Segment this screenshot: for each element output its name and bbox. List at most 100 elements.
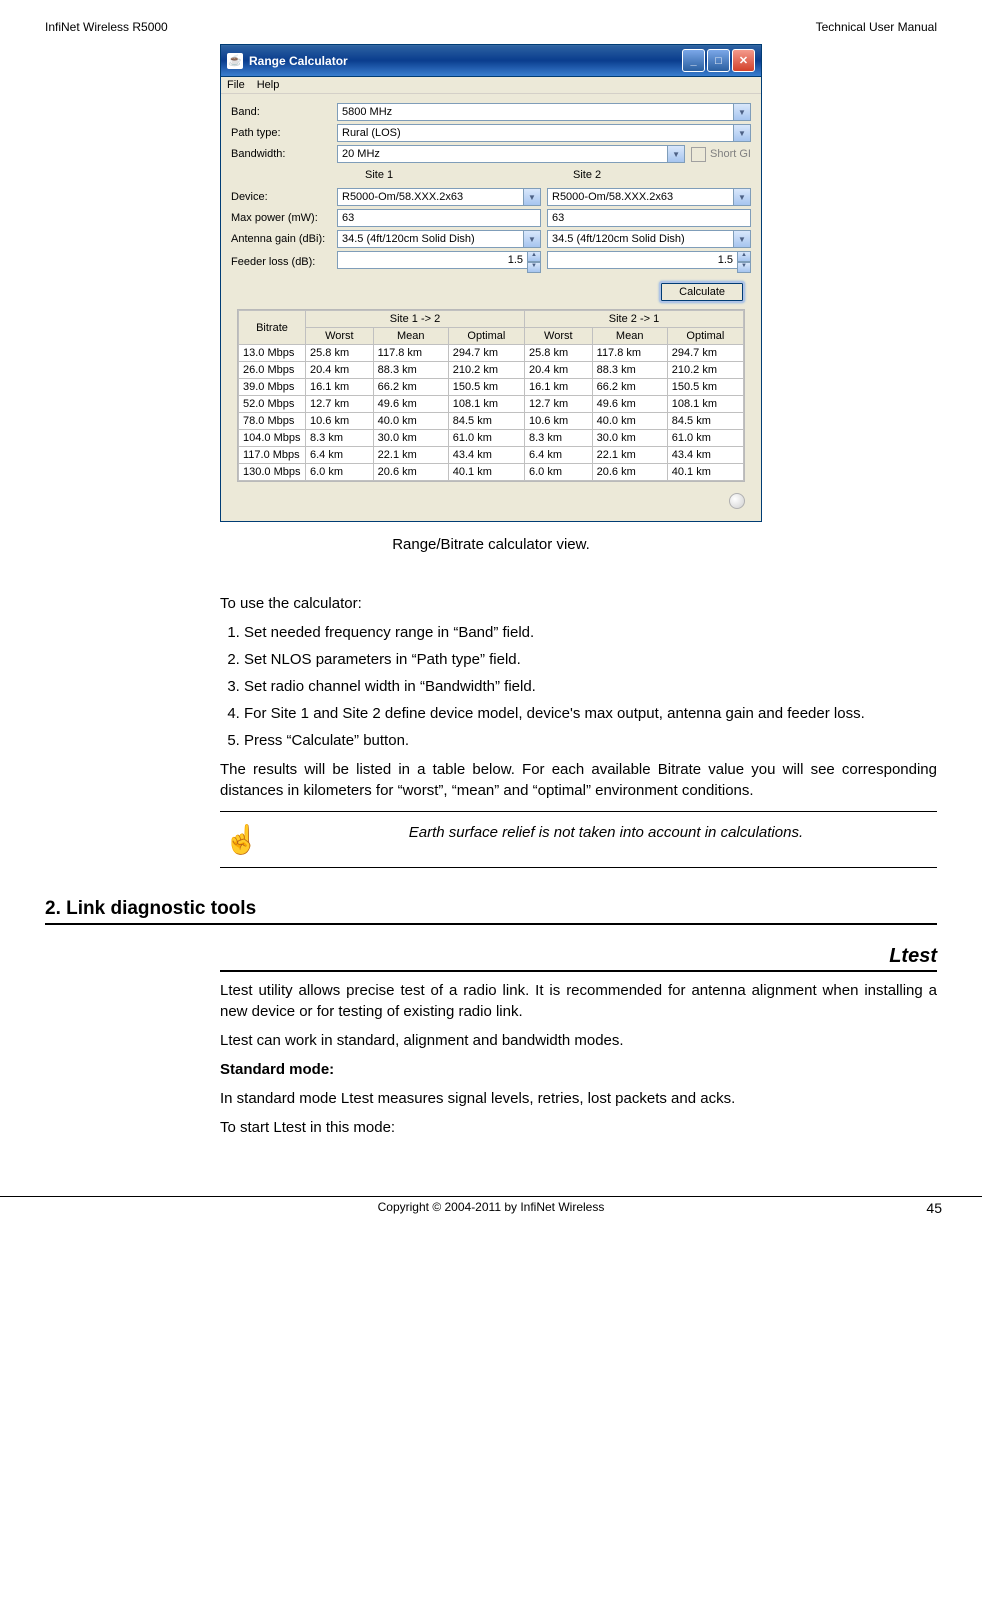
table-row: 52.0 Mbps12.7 km49.6 km108.1 km12.7 km49… [239, 396, 744, 413]
table-cell: 49.6 km [592, 396, 667, 413]
results-paragraph: The results will be listed in a table be… [220, 759, 937, 801]
checkbox-icon [691, 147, 706, 162]
maxpower1-input[interactable]: 63 [337, 209, 541, 227]
ltest-p3: Standard mode: [220, 1059, 937, 1080]
table-cell: 61.0 km [448, 430, 524, 447]
col-group-1: Site 1 -> 2 [306, 311, 525, 328]
table-cell: 294.7 km [667, 345, 743, 362]
table-cell: 210.2 km [667, 362, 743, 379]
label-band: Band: [231, 106, 331, 118]
antgain1-dropdown[interactable]: 34.5 (4ft/120cm Solid Dish) ▼ [337, 230, 541, 248]
range-calculator-window: ☕ Range Calculator _ □ ✕ File Help Band:… [220, 44, 762, 522]
table-cell: 117.8 km [373, 345, 448, 362]
table-cell: 66.2 km [373, 379, 448, 396]
path-dropdown[interactable]: Rural (LOS) ▼ [337, 124, 751, 142]
device1-dropdown[interactable]: R5000-Om/58.XXX.2x63 ▼ [337, 188, 541, 206]
table-cell: 20.4 km [306, 362, 374, 379]
table-cell: 8.3 km [306, 430, 374, 447]
list-item: For Site 1 and Site 2 define device mode… [244, 703, 937, 724]
table-cell: 10.6 km [524, 413, 592, 430]
subcol: Worst [524, 328, 592, 345]
band-dropdown[interactable]: 5800 MHz ▼ [337, 103, 751, 121]
page-header: InfiNet Wireless R5000 Technical User Ma… [45, 20, 937, 34]
feeder1-input[interactable]: 1.5 [337, 251, 528, 269]
table-row: 117.0 Mbps6.4 km22.1 km43.4 km6.4 km22.1… [239, 447, 744, 464]
section-heading: 2. Link diagnostic tools [45, 898, 937, 925]
calculate-button[interactable]: Calculate [659, 281, 745, 303]
chevron-down-icon: ▼ [523, 231, 540, 247]
list-item: Set NLOS parameters in “Path type” field… [244, 649, 937, 670]
device2-dropdown[interactable]: R5000-Om/58.XXX.2x63 ▼ [547, 188, 751, 206]
status-bar [231, 490, 751, 515]
table-cell: 12.7 km [524, 396, 592, 413]
antgain2-dropdown[interactable]: 34.5 (4ft/120cm Solid Dish) ▼ [547, 230, 751, 248]
device1-value: R5000-Om/58.XXX.2x63 [342, 191, 463, 203]
table-cell: 10.6 km [306, 413, 374, 430]
table-cell: 104.0 Mbps [239, 430, 306, 447]
table-cell: 39.0 Mbps [239, 379, 306, 396]
table-cell: 6.4 km [306, 447, 374, 464]
bandwidth-dropdown[interactable]: 20 MHz ▼ [337, 145, 685, 163]
titlebar-left: ☕ Range Calculator [227, 53, 348, 69]
feeder1-spinner[interactable]: ▲▼ [527, 251, 541, 273]
table-cell: 8.3 km [524, 430, 592, 447]
shortgi-checkbox: Short GI [691, 147, 751, 162]
table-cell: 117.0 Mbps [239, 447, 306, 464]
table-cell: 210.2 km [448, 362, 524, 379]
maximize-button[interactable]: □ [707, 49, 730, 72]
list-item: Set radio channel width in “Bandwidth” f… [244, 676, 937, 697]
menu-help[interactable]: Help [257, 79, 280, 91]
table-cell: 84.5 km [448, 413, 524, 430]
body-text: To use the calculator: Set needed freque… [220, 593, 937, 868]
java-icon: ☕ [227, 53, 243, 69]
table-cell: 88.3 km [373, 362, 448, 379]
bw-value: 20 MHz [342, 148, 380, 160]
page-number: 45 [892, 1200, 942, 1216]
chevron-down-icon: ▼ [733, 231, 750, 247]
close-button[interactable]: ✕ [732, 49, 755, 72]
table-cell: 43.4 km [667, 447, 743, 464]
table-cell: 49.6 km [373, 396, 448, 413]
table-cell: 22.1 km [592, 447, 667, 464]
table-cell: 16.1 km [306, 379, 374, 396]
table-cell: 40.1 km [667, 464, 743, 481]
subcol: Worst [306, 328, 374, 345]
col-group-2: Site 2 -> 1 [524, 311, 743, 328]
table-cell: 25.8 km [306, 345, 374, 362]
label-maxpower: Max power (mW): [231, 212, 331, 224]
minimize-button[interactable]: _ [682, 49, 705, 72]
table-cell: 6.0 km [306, 464, 374, 481]
label-path: Path type: [231, 127, 331, 139]
table-cell: 150.5 km [667, 379, 743, 396]
table-cell: 20.6 km [592, 464, 667, 481]
table-row: 39.0 Mbps16.1 km66.2 km150.5 km16.1 km66… [239, 379, 744, 396]
chevron-down-icon: ▼ [733, 125, 750, 141]
ltest-p4: In standard mode Ltest measures signal l… [220, 1088, 937, 1109]
ltest-p1: Ltest utility allows precise test of a r… [220, 980, 937, 1022]
device2-value: R5000-Om/58.XXX.2x63 [552, 191, 673, 203]
form-area: Band: 5800 MHz ▼ Path type: Rural (LOS) … [221, 94, 761, 521]
table-cell: 43.4 km [448, 447, 524, 464]
titlebar[interactable]: ☕ Range Calculator _ □ ✕ [221, 45, 761, 77]
list-item: Press “Calculate” button. [244, 730, 937, 751]
maxpower2-input[interactable]: 63 [547, 209, 751, 227]
chevron-down-icon: ▼ [523, 189, 540, 205]
subsection-heading: Ltest [220, 945, 937, 972]
table-cell: 61.0 km [667, 430, 743, 447]
table-cell: 30.0 km [373, 430, 448, 447]
menu-file[interactable]: File [227, 79, 245, 91]
feeder2-spinner[interactable]: ▲▼ [737, 251, 751, 273]
table-cell: 40.1 km [448, 464, 524, 481]
results-table: Bitrate Site 1 -> 2 Site 2 -> 1 Worst Me… [237, 309, 745, 482]
figure-caption: Range/Bitrate calculator view. [45, 536, 937, 553]
label-feeder: Feeder loss (dB): [231, 256, 331, 268]
window-title: Range Calculator [249, 54, 348, 68]
hand-pointing-icon: ☝ [224, 820, 259, 859]
site2-header: Site 2 [543, 169, 751, 181]
table-row: 104.0 Mbps8.3 km30.0 km61.0 km8.3 km30.0… [239, 430, 744, 447]
table-cell: 130.0 Mbps [239, 464, 306, 481]
feeder2-input[interactable]: 1.5 [547, 251, 738, 269]
table-cell: 150.5 km [448, 379, 524, 396]
subcol: Mean [373, 328, 448, 345]
footer-copyright: Copyright © 2004-2011 by InfiNet Wireles… [90, 1200, 892, 1216]
